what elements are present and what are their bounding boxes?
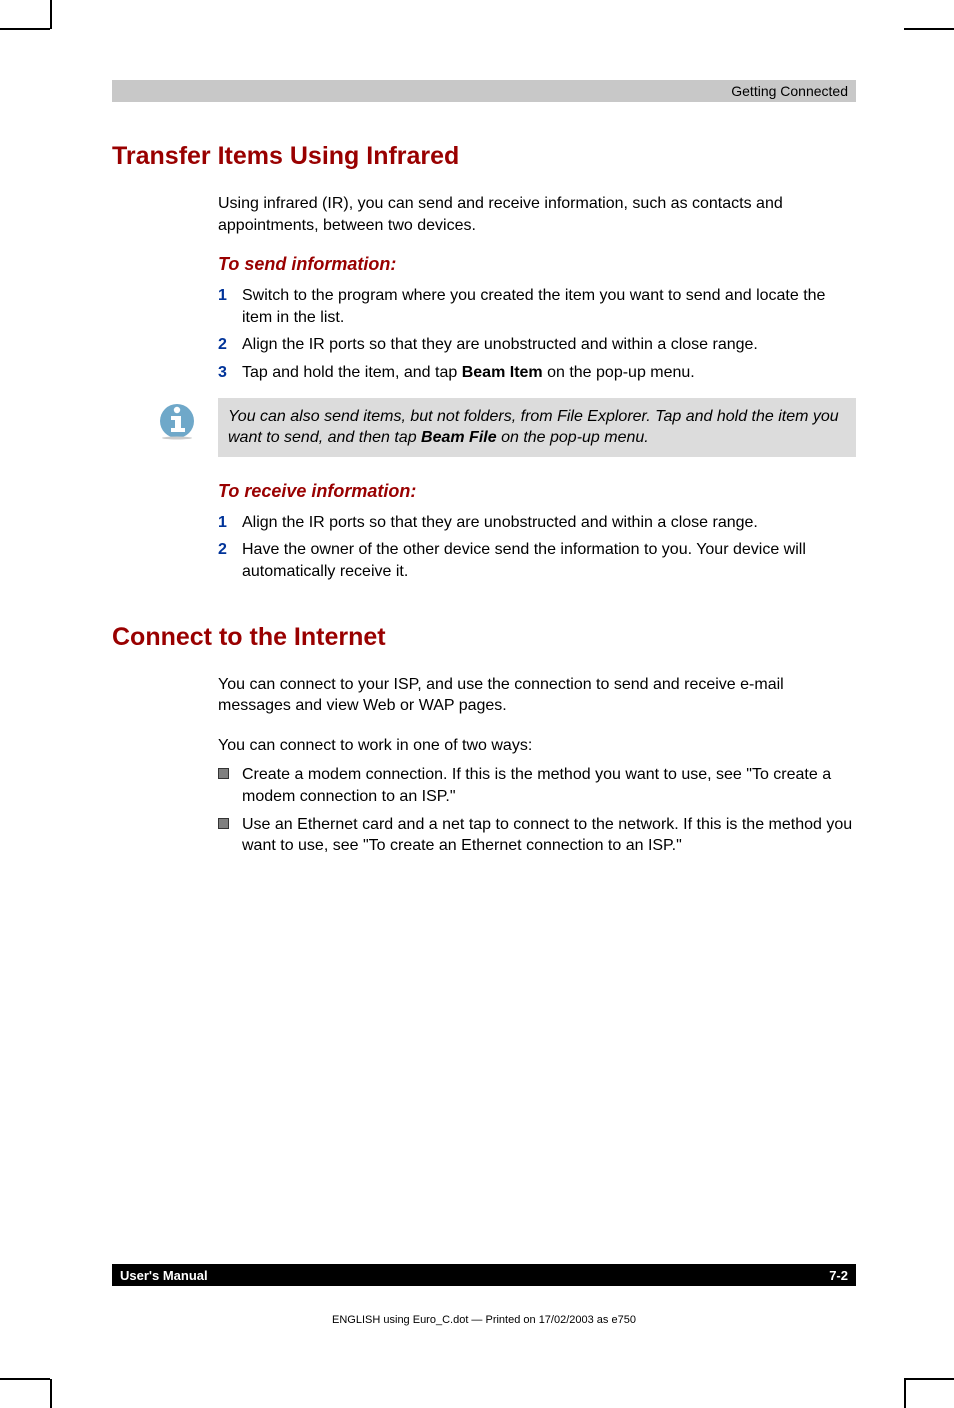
footer-bar: User's Manual 7-2 <box>112 1264 856 1286</box>
crop-mark <box>50 0 52 29</box>
step-number: 2 <box>218 539 242 582</box>
step-text: Tap and hold the item, and tap Beam Item… <box>242 362 856 384</box>
step-text: Switch to the program where you created … <box>242 285 856 328</box>
bullet-text: Use an Ethernet card and a net tap to co… <box>242 814 856 857</box>
list-item: 2 Align the IR ports so that they are un… <box>218 334 856 356</box>
note-callout: You can also send items, but not folders… <box>156 398 856 457</box>
subhead-receive: To receive information: <box>218 481 856 502</box>
footer-left: User's Manual <box>120 1268 208 1283</box>
heading-internet: Connect to the Internet <box>112 623 856 652</box>
intro-transfer: Using infrared (IR), you can send and re… <box>218 193 856 236</box>
list-item: 3 Tap and hold the item, and tap Beam It… <box>218 362 856 384</box>
step-number: 1 <box>218 512 242 534</box>
list-item: Create a modem connection. If this is th… <box>218 764 856 807</box>
intro-internet-2: You can connect to work in one of two wa… <box>218 735 856 757</box>
step-text: Align the IR ports so that they are unob… <box>242 512 856 534</box>
step-text: Align the IR ports so that they are unob… <box>242 334 856 356</box>
list-item: 2 Have the owner of the other device sen… <box>218 539 856 582</box>
list-item: 1 Switch to the program where you create… <box>218 285 856 328</box>
running-head-text: Getting Connected <box>731 83 848 99</box>
crop-mark <box>904 1379 906 1408</box>
steps-receive: 1 Align the IR ports so that they are un… <box>218 512 856 583</box>
step-number: 1 <box>218 285 242 328</box>
step-number: 2 <box>218 334 242 356</box>
note-box: You can also send items, but not folders… <box>218 398 856 457</box>
running-header: Getting Connected <box>112 80 856 102</box>
square-bullet-icon <box>218 818 229 829</box>
list-item: 1 Align the IR ports so that they are un… <box>218 512 856 534</box>
step-text: Have the owner of the other device send … <box>242 539 856 582</box>
crop-mark <box>50 1379 52 1408</box>
info-icon <box>156 398 198 440</box>
heading-transfer: Transfer Items Using Infrared <box>112 142 856 171</box>
subhead-send: To send information: <box>218 254 856 275</box>
crop-mark <box>0 28 50 30</box>
step-number: 3 <box>218 362 242 384</box>
list-item: Use an Ethernet card and a net tap to co… <box>218 814 856 857</box>
bullets-internet: Create a modem connection. If this is th… <box>218 764 856 856</box>
footer-right: 7-2 <box>829 1268 848 1283</box>
intro-internet-1: You can connect to your ISP, and use the… <box>218 674 856 717</box>
crop-mark <box>904 1378 954 1380</box>
square-bullet-icon <box>218 768 229 779</box>
crop-mark <box>0 1378 50 1380</box>
bullet-text: Create a modem connection. If this is th… <box>242 764 856 807</box>
crop-mark <box>904 28 954 30</box>
print-info-line: ENGLISH using Euro_C.dot — Printed on 17… <box>112 1314 856 1326</box>
steps-send: 1 Switch to the program where you create… <box>218 285 856 383</box>
